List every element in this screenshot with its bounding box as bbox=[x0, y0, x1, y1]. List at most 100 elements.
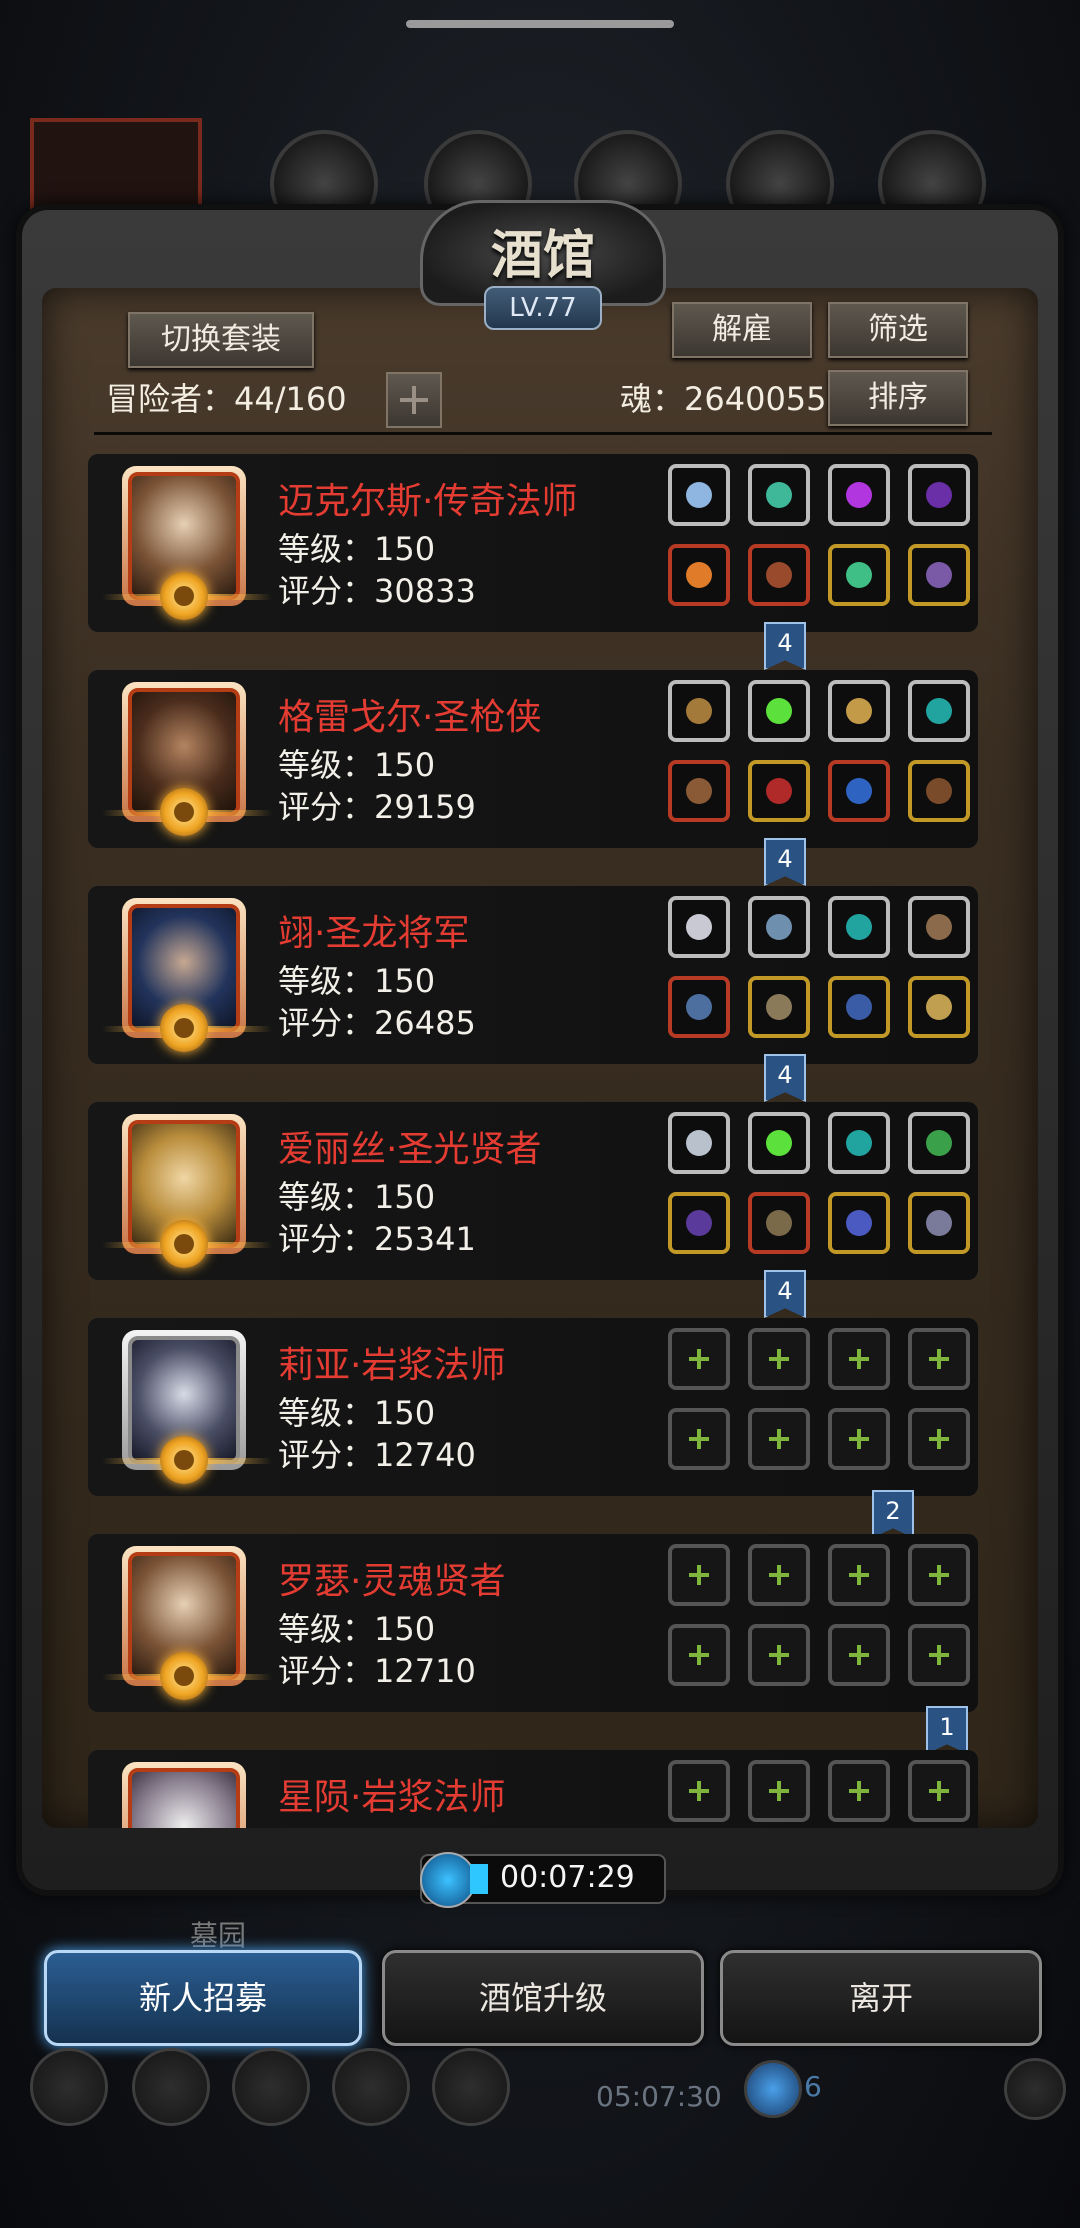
rank-emblem bbox=[160, 1004, 208, 1052]
rank-emblem bbox=[160, 572, 208, 620]
equip-slot[interactable] bbox=[748, 760, 810, 822]
guild-icon[interactable] bbox=[232, 2048, 310, 2126]
equip-slot[interactable] bbox=[748, 680, 810, 742]
equip-slot[interactable] bbox=[668, 464, 730, 526]
empty-slot[interactable] bbox=[828, 1544, 890, 1606]
equip-slot[interactable] bbox=[908, 760, 970, 822]
empty-slot[interactable] bbox=[908, 1408, 970, 1470]
equip-slot[interactable] bbox=[668, 1112, 730, 1174]
upgrade-tavern-button[interactable]: 酒馆升级 bbox=[382, 1950, 704, 2046]
empty-slot[interactable] bbox=[828, 1408, 890, 1470]
hero-level: 等级：150 bbox=[278, 962, 436, 1000]
equip-slot[interactable] bbox=[828, 1192, 890, 1254]
empty-slot[interactable] bbox=[748, 1544, 810, 1606]
add-icon[interactable] bbox=[1004, 2058, 1066, 2120]
equip-slot[interactable] bbox=[828, 464, 890, 526]
hero-name: 翊·圣龙将军 bbox=[278, 913, 470, 954]
empty-slot[interactable] bbox=[668, 1544, 730, 1606]
soul-count: 魂：2640055 bbox=[620, 380, 827, 418]
hero-score: 评分：26485 bbox=[278, 1004, 476, 1042]
hero-card[interactable]: 爱丽丝·圣光贤者 等级：150 评分：25341 bbox=[88, 1102, 978, 1280]
dismiss-button[interactable]: 解雇 bbox=[672, 302, 812, 358]
empty-slot[interactable] bbox=[828, 1624, 890, 1686]
mail-icon[interactable] bbox=[332, 2048, 410, 2126]
empty-slot[interactable] bbox=[828, 1760, 890, 1822]
equip-slot[interactable] bbox=[828, 976, 890, 1038]
hero-name: 莉亚·岩浆法师 bbox=[278, 1345, 506, 1386]
equip-slot[interactable] bbox=[748, 464, 810, 526]
recruit-button[interactable]: 新人招募 bbox=[44, 1950, 362, 2046]
empty-slot[interactable] bbox=[668, 1328, 730, 1390]
equip-slot[interactable] bbox=[668, 680, 730, 742]
recruit-timer: 00:07:29 bbox=[420, 1852, 666, 1908]
empty-slot[interactable] bbox=[668, 1760, 730, 1822]
empty-slot[interactable] bbox=[668, 1624, 730, 1686]
star-badge: 4 bbox=[764, 1270, 806, 1318]
hero-level: 等级：150 bbox=[278, 746, 436, 784]
star-badge: 4 bbox=[764, 1054, 806, 1102]
hero-level: 等级：150 bbox=[278, 1178, 436, 1216]
equip-slot[interactable] bbox=[908, 1112, 970, 1174]
empty-slot[interactable] bbox=[748, 1624, 810, 1686]
empty-slot[interactable] bbox=[828, 1328, 890, 1390]
sort-button[interactable]: 排序 bbox=[828, 370, 968, 426]
star-badge: 4 bbox=[764, 622, 806, 670]
star-badge: 4 bbox=[764, 838, 806, 886]
empty-slot[interactable] bbox=[748, 1760, 810, 1822]
equip-slot[interactable] bbox=[908, 896, 970, 958]
rank-emblem bbox=[160, 1220, 208, 1268]
equip-slot[interactable] bbox=[908, 1192, 970, 1254]
hero-card[interactable]: 迈克尔斯·传奇法师 等级：150 评分：30833 bbox=[88, 454, 978, 632]
rank-emblem bbox=[160, 788, 208, 836]
equip-slot[interactable] bbox=[828, 760, 890, 822]
switch-outfit-button[interactable]: 切换套装 bbox=[128, 312, 314, 368]
star-badge: 1 bbox=[926, 1706, 968, 1754]
hero-card[interactable]: 罗瑟·灵魂贤者 等级：150 评分：12710 bbox=[88, 1534, 978, 1712]
equip-slot[interactable] bbox=[828, 680, 890, 742]
empty-slot[interactable] bbox=[908, 1544, 970, 1606]
equip-slot[interactable] bbox=[908, 680, 970, 742]
star-badge: 2 bbox=[872, 1490, 914, 1538]
area-label: 墓园 bbox=[190, 1919, 247, 1952]
empty-slot[interactable] bbox=[908, 1760, 970, 1822]
equip-slot[interactable] bbox=[908, 544, 970, 606]
equip-slot[interactable] bbox=[668, 760, 730, 822]
empty-slot[interactable] bbox=[748, 1328, 810, 1390]
empty-slot[interactable] bbox=[908, 1328, 970, 1390]
hero-list[interactable]: 迈克尔斯·传奇法师 等级：150 评分：30833 4 格雷戈尔·圣枪侠 等级：… bbox=[64, 450, 984, 1828]
hero-name: 罗瑟·灵魂贤者 bbox=[278, 1561, 506, 1602]
hero-name: 迈克尔斯·传奇法师 bbox=[278, 481, 578, 522]
filter-button[interactable]: 筛选 bbox=[828, 302, 968, 358]
equip-slot[interactable] bbox=[668, 976, 730, 1038]
empty-slot[interactable] bbox=[908, 1624, 970, 1686]
leave-button[interactable]: 离开 bbox=[720, 1950, 1042, 2046]
achievement-icon[interactable] bbox=[132, 2048, 210, 2126]
hero-card[interactable]: 翊·圣龙将军 等级：150 评分：26485 bbox=[88, 886, 978, 1064]
equip-slot[interactable] bbox=[668, 1192, 730, 1254]
equip-slot[interactable] bbox=[748, 1192, 810, 1254]
equip-slot[interactable] bbox=[748, 976, 810, 1038]
hero-score: 评分：12740 bbox=[278, 1436, 476, 1474]
hero-card[interactable]: 格雷戈尔·圣枪侠 等级：150 评分：29159 bbox=[88, 670, 978, 848]
hero-card[interactable]: 莉亚·岩浆法师 等级：150 评分：12740 bbox=[88, 1318, 978, 1496]
equip-slot[interactable] bbox=[748, 1112, 810, 1174]
empty-slot[interactable] bbox=[668, 1408, 730, 1470]
equip-slot[interactable] bbox=[828, 544, 890, 606]
hero-portrait bbox=[122, 1762, 246, 1828]
equip-slot[interactable] bbox=[828, 896, 890, 958]
expand-capacity-button[interactable] bbox=[386, 372, 442, 428]
equip-slot[interactable] bbox=[748, 896, 810, 958]
gem-icon bbox=[744, 2060, 802, 2118]
hero-level: 等级：150 bbox=[278, 1610, 436, 1648]
empty-slot[interactable] bbox=[748, 1408, 810, 1470]
settings-icon[interactable] bbox=[30, 2048, 108, 2126]
equip-slot[interactable] bbox=[668, 544, 730, 606]
equip-slot[interactable] bbox=[828, 1112, 890, 1174]
equip-slot[interactable] bbox=[908, 464, 970, 526]
equip-slot[interactable] bbox=[748, 544, 810, 606]
bag-icon[interactable] bbox=[432, 2048, 510, 2126]
divider bbox=[94, 432, 992, 435]
equip-slot[interactable] bbox=[908, 976, 970, 1038]
equip-slot[interactable] bbox=[668, 896, 730, 958]
hero-card[interactable]: 星陨·岩浆法师 bbox=[88, 1750, 978, 1828]
